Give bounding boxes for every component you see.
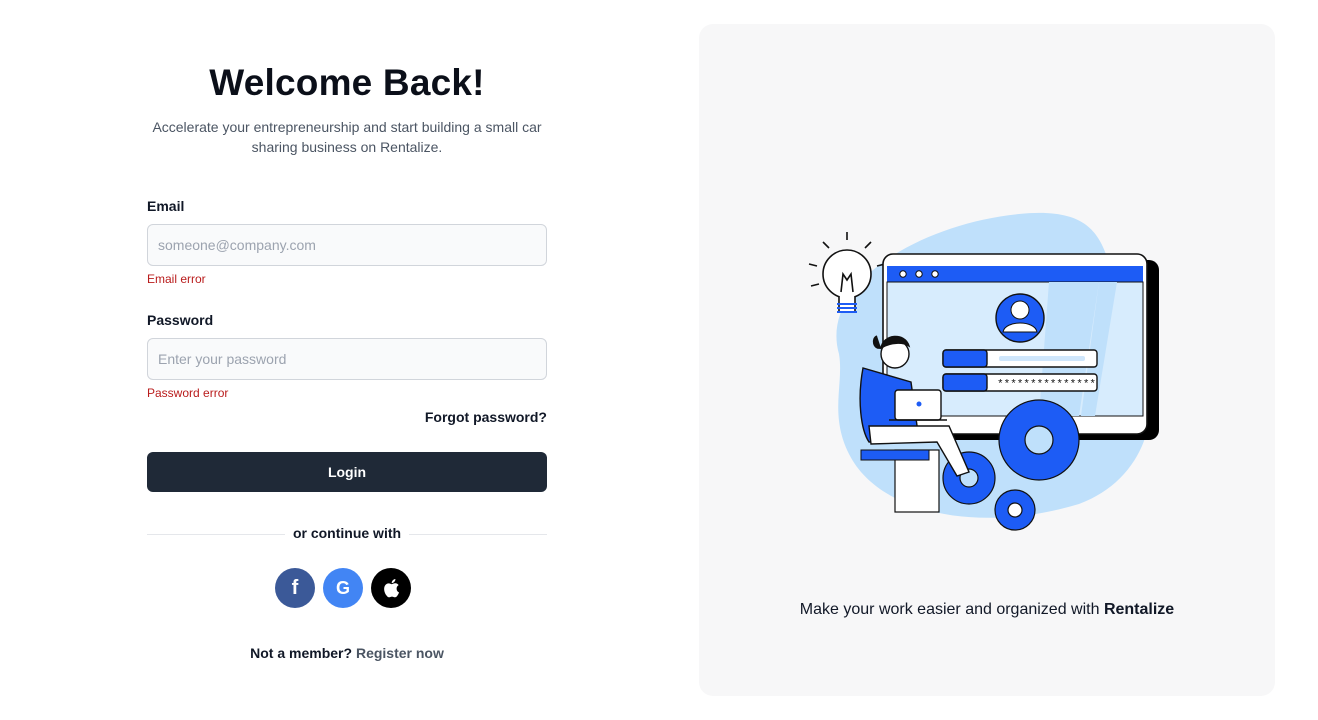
email-field[interactable] bbox=[147, 224, 547, 266]
divider-text: or continue with bbox=[292, 525, 402, 541]
facebook-login-button[interactable]: f bbox=[275, 568, 315, 608]
login-illustration: *************** bbox=[808, 212, 1159, 531]
forgot-password-link[interactable]: Forgot password? bbox=[425, 409, 547, 425]
page-subtitle: Accelerate your entrepreneurship and sta… bbox=[152, 119, 542, 155]
login-form: Welcome Back! Accelerate your entreprene… bbox=[147, 0, 547, 720]
apple-icon bbox=[384, 579, 400, 598]
illustration-password-mask: *************** bbox=[997, 379, 1096, 391]
register-line: Not a member? Register now bbox=[147, 645, 547, 661]
google-login-button[interactable]: G bbox=[323, 568, 363, 608]
tagline-text: Make your work easier and organized with bbox=[799, 601, 1100, 618]
apple-login-button[interactable] bbox=[371, 568, 411, 608]
divider-line-right bbox=[409, 534, 547, 535]
password-label: Password bbox=[147, 312, 214, 328]
login-button[interactable]: Login bbox=[147, 452, 547, 492]
page-title: Welcome Back! bbox=[209, 62, 485, 103]
email-label: Email bbox=[147, 198, 185, 214]
register-prompt: Not a member? bbox=[250, 645, 353, 661]
password-field[interactable] bbox=[147, 338, 547, 380]
password-error: Password error bbox=[147, 386, 229, 400]
illustration-panel: *************** Make your work easier an… bbox=[699, 24, 1275, 696]
google-icon: G bbox=[335, 577, 350, 598]
tagline-brand: Rentalize bbox=[1103, 601, 1175, 618]
gear-icon bbox=[998, 399, 1080, 481]
register-link[interactable]: Register now bbox=[356, 645, 444, 661]
email-error: Email error bbox=[147, 272, 206, 286]
facebook-icon: f bbox=[291, 576, 299, 599]
panel-tagline: Make your work easier and organized with… bbox=[699, 601, 1275, 619]
